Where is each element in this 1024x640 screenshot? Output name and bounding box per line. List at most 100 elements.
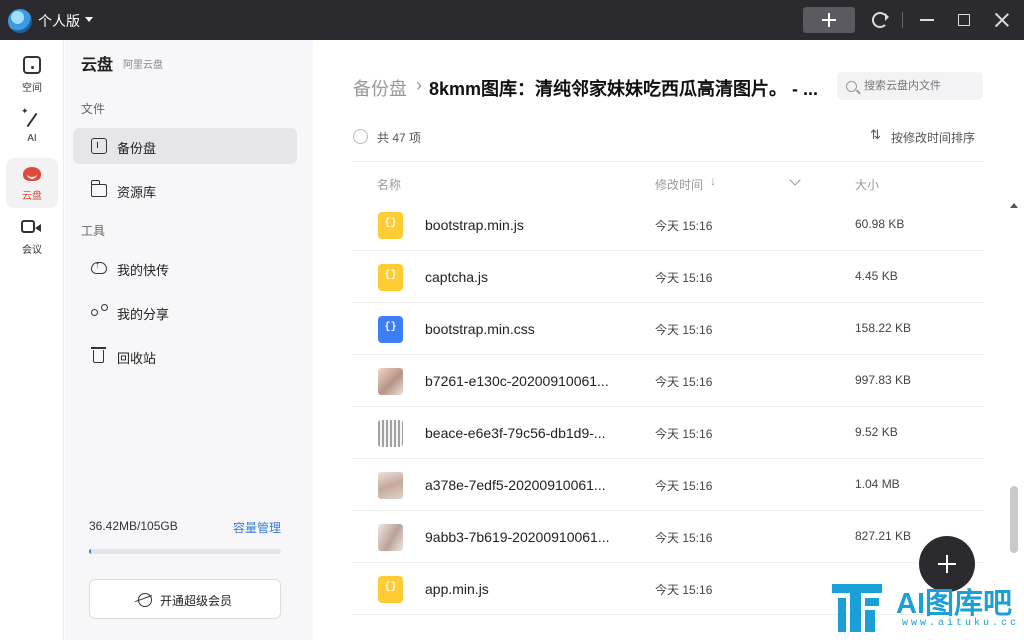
column-header-name[interactable]: 名称 xyxy=(377,176,401,193)
watermark-logo-icon xyxy=(832,584,882,632)
file-modified: 今天 15:16 xyxy=(655,531,713,545)
rail-label: AI xyxy=(27,133,37,144)
refresh-icon[interactable] xyxy=(872,12,889,28)
rail-label: 空间 xyxy=(22,83,42,94)
meeting-icon xyxy=(21,220,41,233)
sidebar-item-label: 我的快传 xyxy=(117,263,170,278)
file-modified: 今天 15:16 xyxy=(655,219,713,233)
select-all-checkbox[interactable] xyxy=(353,129,368,144)
share-icon xyxy=(91,304,108,320)
rail-item-space[interactable]: 空间 xyxy=(6,50,58,100)
drive-sidebar: 云盘 阿里云盘 文件 备份盘 资源库 工具 我的快传 我的分享 回收站 36.4… xyxy=(65,40,313,640)
close-window-icon[interactable] xyxy=(994,12,1010,28)
file-modified: 今天 15:16 xyxy=(655,323,713,337)
file-size: 9.52 KB xyxy=(855,425,898,439)
storage-usage: 36.42MB/105GB xyxy=(89,519,178,533)
js-file-icon: {} xyxy=(378,264,403,291)
sidebar-item-label: 资源库 xyxy=(117,185,157,200)
table-row[interactable]: beace-e6e3f-79c56-db1d9-... 今天 15:16 9.5… xyxy=(353,407,983,459)
planet-icon xyxy=(138,593,152,607)
file-size: 4.45 KB xyxy=(855,269,898,283)
vip-button-label: 开通超级会员 xyxy=(160,594,233,608)
rail-item-meeting[interactable]: 会议 xyxy=(6,212,58,262)
file-modified: 今天 15:16 xyxy=(655,583,713,597)
table-row[interactable]: a378e-7edf5-20200910061... 今天 15:16 1.04… xyxy=(353,459,983,511)
rail-label: 会议 xyxy=(22,245,42,256)
sort-icon[interactable]: ⇅ xyxy=(870,127,881,143)
file-modified: 今天 15:16 xyxy=(655,427,713,441)
minimize-window-icon[interactable] xyxy=(920,19,934,21)
watermark-url: www.aituku.cc xyxy=(902,618,1020,629)
scrollbar-thumb[interactable] xyxy=(1010,486,1018,553)
open-super-vip-button[interactable]: 开通超级会员 xyxy=(89,579,281,619)
app-rail: 空间 AI 云盘 会议 xyxy=(0,40,64,640)
sidebar-subtitle: 阿里云盘 xyxy=(123,60,163,71)
css-file-icon: {} xyxy=(378,316,403,343)
section-files-label: 文件 xyxy=(81,102,106,116)
cloud-drive-icon xyxy=(23,167,41,181)
image-thumbnail-icon xyxy=(378,472,403,499)
rail-item-ai[interactable]: AI xyxy=(6,104,58,154)
file-list-pane: 备份盘 › 8kmm图库：清纯邻家妹妹吃西瓜高清图片。 - ... 共 47 项… xyxy=(313,40,1024,640)
breadcrumb-root[interactable]: 备份盘 xyxy=(353,75,407,101)
table-row[interactable]: b7261-e130c-20200910061... 今天 15:16 997.… xyxy=(353,355,983,407)
backup-drive-icon xyxy=(91,138,107,154)
manage-capacity-link[interactable]: 容量管理 xyxy=(233,519,281,536)
add-plus-button[interactable] xyxy=(803,7,855,33)
rail-label: 云盘 xyxy=(22,191,42,202)
sidebar-item-backup[interactable]: 备份盘 xyxy=(73,128,297,164)
storage-progress-bar xyxy=(89,549,281,554)
toolbar-divider xyxy=(902,12,903,28)
trash-icon xyxy=(91,347,106,363)
sidebar-item-quick-transfer[interactable]: 我的快传 xyxy=(73,250,297,286)
sidebar-item-label: 回收站 xyxy=(117,351,157,366)
image-thumbnail-icon xyxy=(378,524,403,551)
chevron-down-icon[interactable] xyxy=(789,174,801,186)
maximize-window-icon[interactable] xyxy=(958,14,970,26)
search-input[interactable] xyxy=(837,72,983,100)
user-avatar[interactable] xyxy=(8,9,32,33)
sidebar-item-my-shares[interactable]: 我的分享 xyxy=(73,294,297,330)
sidebar-item-label: 备份盘 xyxy=(117,141,157,156)
ai-wand-icon xyxy=(21,106,41,128)
table-row[interactable]: 9abb3-7b619-20200910061... 今天 15:16 827.… xyxy=(353,511,983,563)
column-header-modified[interactable]: 修改时间 xyxy=(655,176,703,193)
image-thumbnail-icon xyxy=(378,368,403,395)
sort-desc-arrow-icon[interactable]: ↓ xyxy=(710,174,716,188)
table-header: 名称 修改时间 ↓ 大小 xyxy=(353,161,983,199)
title-bar: 个人版 xyxy=(0,0,1024,40)
file-size: 1.04 MB xyxy=(855,477,900,491)
file-name: bootstrap.min.js xyxy=(425,217,524,233)
js-file-icon: {} xyxy=(378,576,403,603)
folder-icon xyxy=(91,180,107,197)
table-row[interactable]: {} bootstrap.min.js 今天 15:16 60.98 KB xyxy=(353,199,983,251)
file-size: 60.98 KB xyxy=(855,217,905,231)
file-name: beace-e6e3f-79c56-db1d9-... xyxy=(425,425,606,441)
breadcrumb-separator: › xyxy=(416,75,422,95)
file-modified: 今天 15:16 xyxy=(655,271,713,285)
table-row[interactable]: {} bootstrap.min.css 今天 15:16 158.22 KB xyxy=(353,303,983,355)
storage-progress-fill xyxy=(89,549,91,554)
space-icon xyxy=(23,56,41,74)
sort-by-modified-button[interactable]: 按修改时间排序 xyxy=(891,129,975,146)
sidebar-title: 云盘 xyxy=(81,57,114,74)
file-name: app.min.js xyxy=(425,581,489,597)
file-modified: 今天 15:16 xyxy=(655,479,713,493)
caret-down-icon[interactable] xyxy=(85,17,93,22)
sidebar-item-resources[interactable]: 资源库 xyxy=(73,172,297,208)
file-name: a378e-7edf5-20200910061... xyxy=(425,477,606,493)
image-thumbnail-icon xyxy=(378,420,403,447)
scroll-up-arrow-icon[interactable] xyxy=(1010,203,1018,208)
sidebar-item-recycle-bin[interactable]: 回收站 xyxy=(73,338,297,374)
vertical-scrollbar[interactable] xyxy=(1007,199,1021,640)
file-name: bootstrap.min.css xyxy=(425,321,535,337)
breadcrumb-current-folder: 8kmm图库：清纯邻家妹妹吃西瓜高清图片。 - ... xyxy=(429,79,819,99)
cloud-upload-icon xyxy=(91,260,107,274)
table-row[interactable]: {} captcha.js 今天 15:16 4.45 KB xyxy=(353,251,983,303)
column-header-size[interactable]: 大小 xyxy=(855,176,879,193)
rail-item-cloud[interactable]: 云盘 xyxy=(6,158,58,208)
file-size: 158.22 KB xyxy=(855,321,912,335)
file-name: 9abb3-7b619-20200910061... xyxy=(425,529,610,545)
edition-switcher[interactable]: 个人版 xyxy=(38,11,80,31)
search-icon xyxy=(846,81,857,92)
